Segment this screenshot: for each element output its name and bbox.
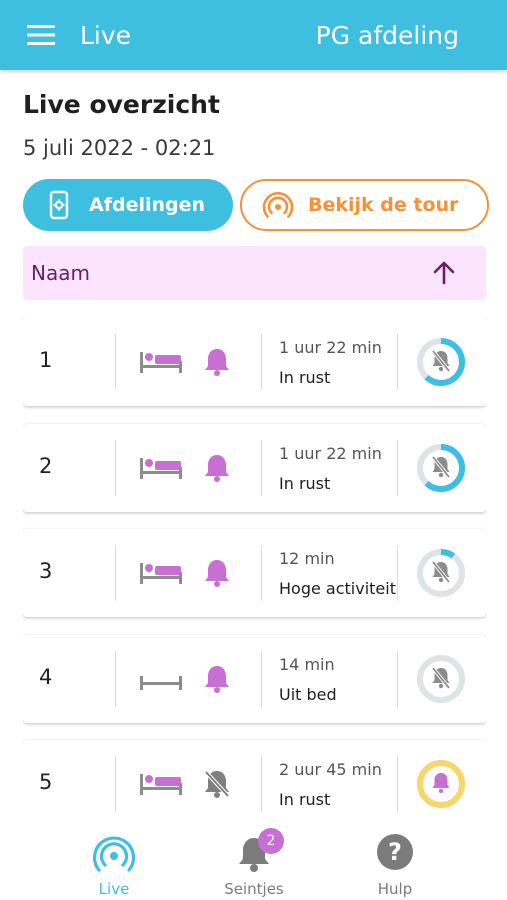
status: In rust <box>279 368 331 387</box>
phone-settings-icon <box>49 190 69 220</box>
room-number: 3 <box>39 559 53 583</box>
room-number: 5 <box>39 770 53 794</box>
tour-button[interactable]: Bekijk de tour <box>240 179 489 231</box>
bed-occupied-icon <box>140 563 182 584</box>
divider <box>397 440 398 496</box>
duration: 2 uur 45 min <box>279 760 382 779</box>
divider <box>261 756 262 812</box>
divider <box>397 651 398 707</box>
svg-text:?: ? <box>388 838 402 866</box>
bell-off-icon <box>431 666 451 690</box>
page-title: Live overzicht <box>23 90 220 119</box>
afdelingen-button[interactable]: Afdelingen <box>23 179 233 231</box>
status: In rust <box>279 790 331 809</box>
bell-icon <box>205 666 229 693</box>
bed-occupied-icon <box>140 352 182 373</box>
timer-ring-icon <box>417 549 465 597</box>
divider <box>115 756 116 812</box>
department-selector[interactable]: PG afdeling <box>316 21 459 50</box>
divider <box>115 334 116 390</box>
nav-live[interactable]: Live <box>54 832 174 898</box>
duration: 14 min <box>279 655 335 674</box>
divider <box>397 334 398 390</box>
room-list: 1 1 uur 22 min In rust 2 1 uur 22 min In… <box>23 318 486 822</box>
bell-off-icon <box>431 349 451 373</box>
timer-ring-icon <box>417 760 465 808</box>
divider <box>261 440 262 496</box>
afdelingen-label: Afdelingen <box>89 194 206 216</box>
nav-hulp[interactable]: ? Hulp <box>335 832 455 898</box>
room-card[interactable]: 5 2 uur 45 min In rust <box>23 740 486 822</box>
tour-label: Bekijk de tour <box>308 194 459 216</box>
room-card[interactable]: 4 14 min Uit bed <box>23 635 486 723</box>
arrow-up-icon <box>433 261 455 285</box>
divider <box>115 545 116 601</box>
duration: 1 uur 22 min <box>279 338 382 357</box>
timer-ring-icon <box>417 655 465 703</box>
bell-icon <box>205 455 229 482</box>
status: In rust <box>279 474 331 493</box>
nav-live-label: Live <box>98 880 130 898</box>
room-card[interactable]: 1 1 uur 22 min In rust <box>23 318 486 406</box>
duration: 1 uur 22 min <box>279 444 382 463</box>
hamburger-menu-icon[interactable] <box>18 12 64 58</box>
page-date: 5 juli 2022 - 02:21 <box>23 136 216 160</box>
bell-off-icon <box>431 560 451 584</box>
sort-label: Naam <box>31 261 90 285</box>
help-icon: ? <box>377 834 413 870</box>
bell-icon <box>205 560 229 587</box>
bed-occupied-icon <box>140 458 182 479</box>
divider <box>261 545 262 601</box>
divider <box>261 651 262 707</box>
status: Uit bed <box>279 685 337 704</box>
divider <box>397 545 398 601</box>
status: Hoge activiteit <box>279 579 396 598</box>
broadcast-icon <box>262 192 294 218</box>
divider <box>397 756 398 812</box>
room-card[interactable]: 3 12 min Hoge activiteit <box>23 529 486 617</box>
timer-ring-icon <box>417 338 465 386</box>
live-broadcast-icon <box>92 836 136 872</box>
bell-off-icon <box>431 455 451 479</box>
bell-icon <box>432 773 450 794</box>
nav-hulp-label: Hulp <box>377 880 413 898</box>
bed-occupied-icon <box>140 774 182 795</box>
sort-bar[interactable]: Naam <box>23 246 486 300</box>
divider <box>261 334 262 390</box>
app-bar-title: Live <box>80 20 132 50</box>
bell-off-icon <box>204 770 230 798</box>
divider <box>115 440 116 496</box>
room-card[interactable]: 2 1 uur 22 min In rust <box>23 424 486 512</box>
bell-icon <box>205 349 229 376</box>
notification-badge: 2 <box>258 828 284 854</box>
bed-empty-icon <box>140 676 182 690</box>
room-number: 4 <box>39 665 53 689</box>
room-number: 1 <box>39 348 53 372</box>
divider <box>115 651 116 707</box>
bottom-navigation: Live 2 Seintjes ? Hulp <box>0 822 507 900</box>
duration: 12 min <box>279 549 335 568</box>
app-bar: Live PG afdeling <box>0 0 507 70</box>
nav-seintjes-icon-wrap: 2 <box>232 828 284 876</box>
timer-ring-icon <box>417 444 465 492</box>
nav-seintjes[interactable]: 2 Seintjes <box>194 828 314 898</box>
room-number: 2 <box>39 454 53 478</box>
nav-seintjes-label: Seintjes <box>224 880 284 898</box>
